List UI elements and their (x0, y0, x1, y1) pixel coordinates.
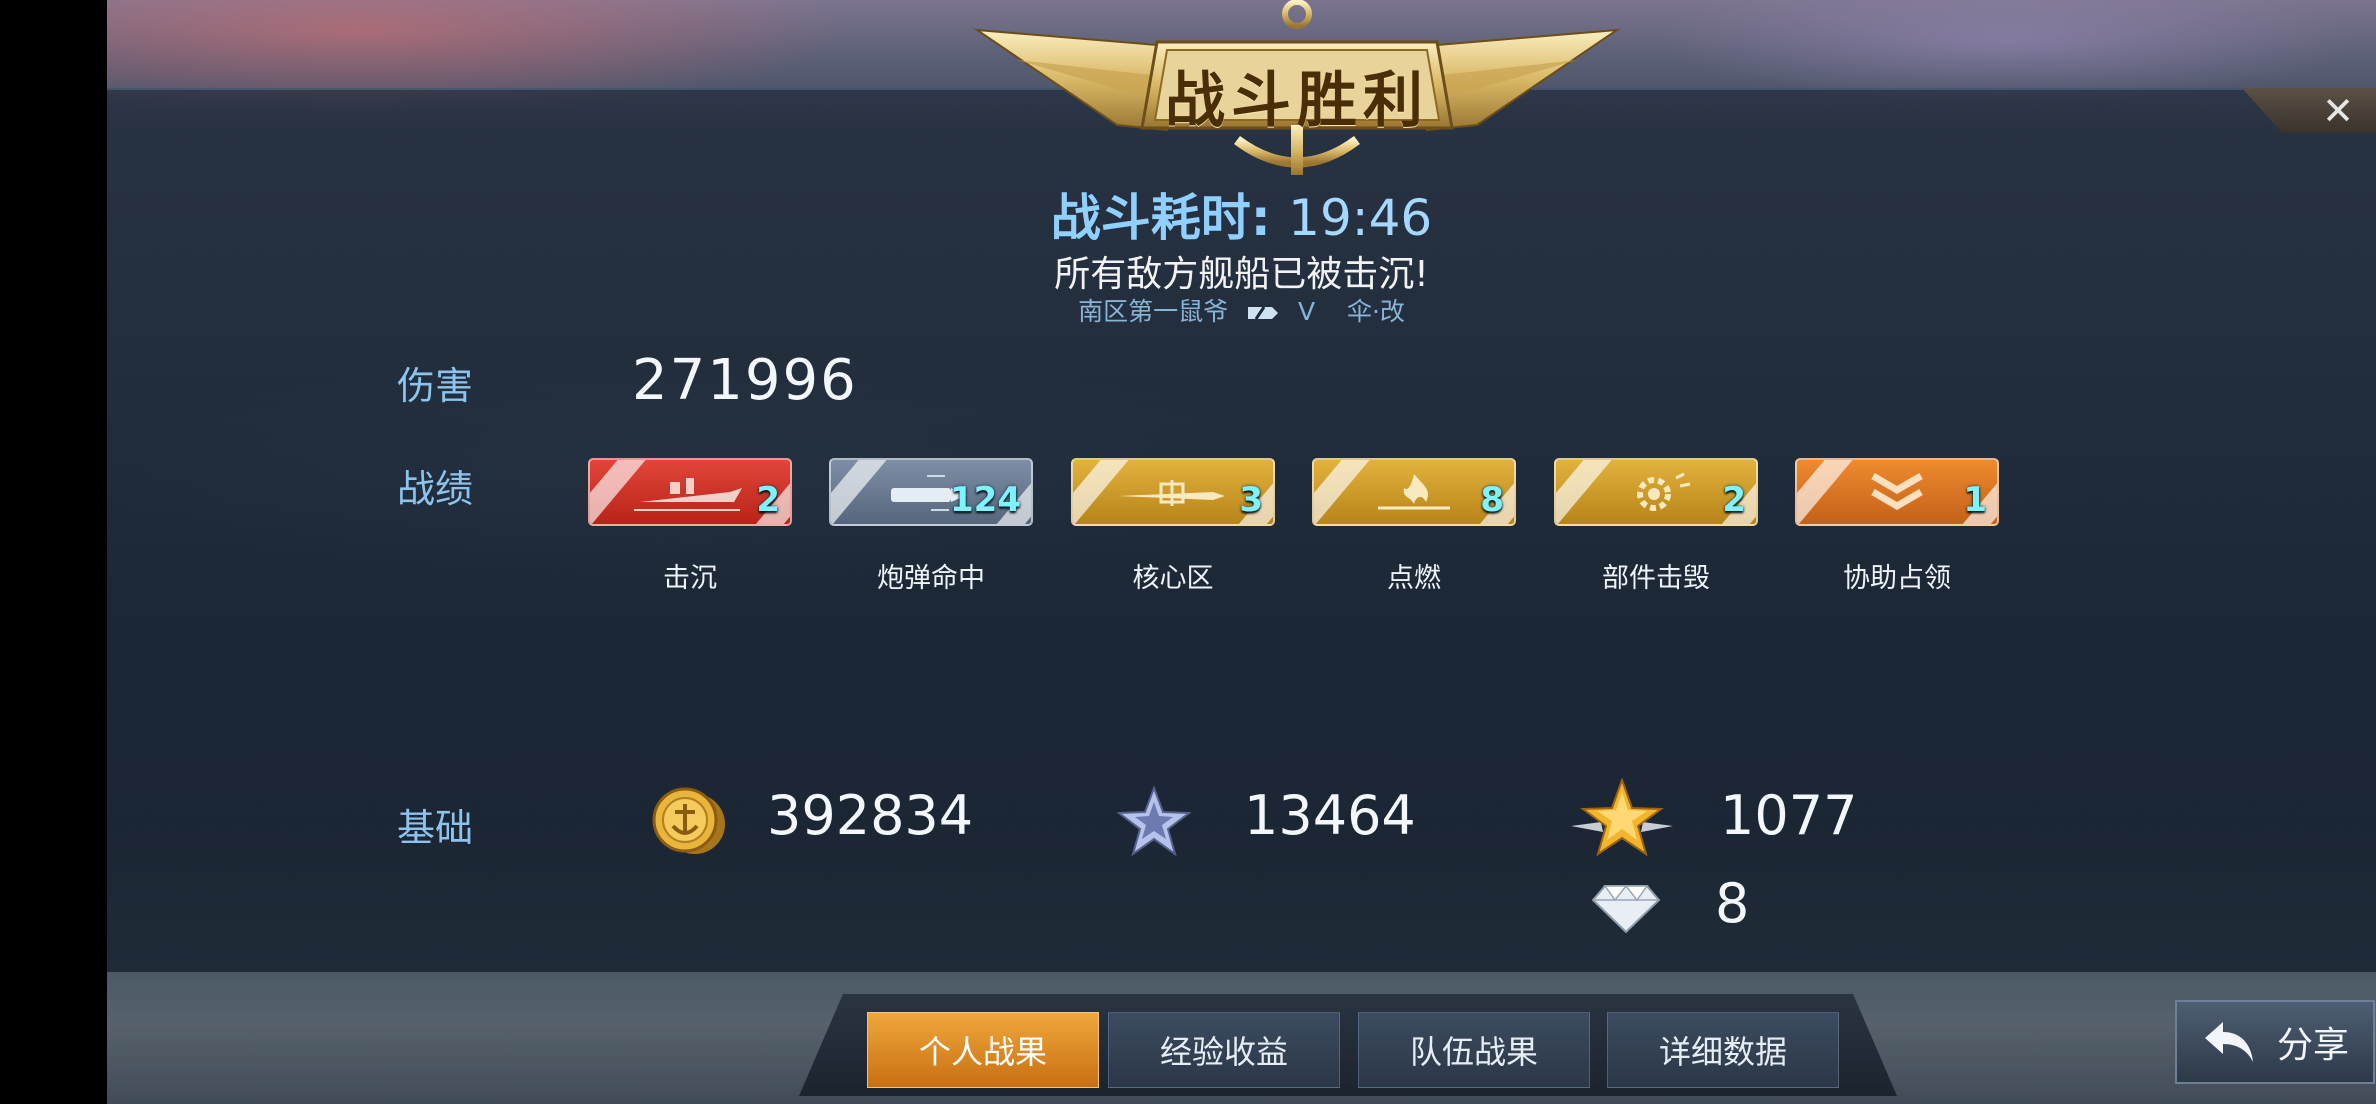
medal-name: 协助占领 (1843, 563, 1951, 594)
diamond-icon (1591, 884, 1661, 934)
medal-fire[interactable]: 8 (1312, 458, 1516, 526)
medal-name: 击沉 (663, 563, 717, 594)
tab-exp-gains[interactable]: 经验收益 (1108, 1012, 1340, 1088)
close-icon: ✕ (2322, 88, 2354, 133)
duration-label: 战斗耗时: (1050, 189, 1271, 247)
medal-name: 炮弹命中 (877, 563, 985, 594)
tab-personal-results[interactable]: 个人战果 (867, 1012, 1099, 1088)
duration-value: 19:46 (1288, 189, 1433, 247)
silver-value: 392834 (767, 784, 974, 847)
achievements-label: 战绩 (397, 467, 474, 511)
battle-duration: 战斗耗时: 19:46 (107, 178, 2376, 250)
ship-exp-value: 13464 (1244, 784, 1416, 847)
captain-exp-star-icon (1571, 778, 1673, 857)
ship-exp-star-icon (1117, 786, 1191, 856)
medal-count: 2 (756, 480, 780, 520)
ship-tier: V (1298, 297, 1316, 326)
medal-count: 3 (1239, 480, 1263, 520)
damage-value: 271996 (632, 348, 858, 413)
medal-count: 2 (1722, 480, 1746, 520)
base-label: 基础 (397, 806, 474, 850)
diamond-value: 8 (1715, 872, 1750, 935)
result-message: 所有敌方舰船已被击沉! (1054, 254, 1429, 295)
fire-icon (1378, 474, 1450, 510)
battle-result-screen: 战斗胜利 ✕ 战斗耗时: 19:46 所有敌方舰船已被击沉! 南区第一鼠爷 V … (107, 0, 2376, 1104)
silver-coin-icon (652, 787, 725, 854)
chevron-icon (1871, 472, 1923, 511)
share-label: 分享 (2276, 1025, 2349, 1066)
medal-count: 1 (1963, 480, 1987, 520)
medal-count: 8 (1480, 480, 1504, 520)
medal-sink[interactable]: 2 (588, 458, 792, 526)
share-arrow-icon (2204, 1022, 2253, 1062)
medal-citadel[interactable]: 3 (1071, 458, 1275, 526)
medal-shell-hits[interactable]: 124 (829, 458, 1033, 526)
share-button[interactable]: 分享 (2175, 1000, 2375, 1084)
player-name: 南区第一鼠爷 (1078, 297, 1229, 326)
medal-module-destroyed[interactable]: 2 (1554, 458, 1758, 526)
citadel-icon (1119, 480, 1225, 506)
player-info: 南区第一鼠爷 V 伞·改 (107, 292, 2376, 328)
medal-count: 124 (950, 480, 1021, 520)
ship-icon (634, 478, 742, 511)
medal-name: 部件击毁 (1602, 563, 1710, 594)
medal-name: 点燃 (1387, 563, 1441, 594)
tab-detailed-data[interactable]: 详细数据 (1607, 1012, 1839, 1088)
gear-icon (1637, 472, 1691, 511)
damage-label: 伤害 (397, 364, 474, 408)
captain-exp-value: 1077 (1720, 784, 1858, 847)
tab-team-results[interactable]: 队伍战果 (1358, 1012, 1590, 1088)
medal-name: 核心区 (1132, 563, 1214, 594)
ship-class-icon (1248, 306, 1279, 320)
victory-title: 战斗胜利 (1165, 65, 1429, 136)
ship-name: 伞·改 (1346, 297, 1405, 326)
medal-assist-capture[interactable]: 1 (1795, 458, 1999, 526)
